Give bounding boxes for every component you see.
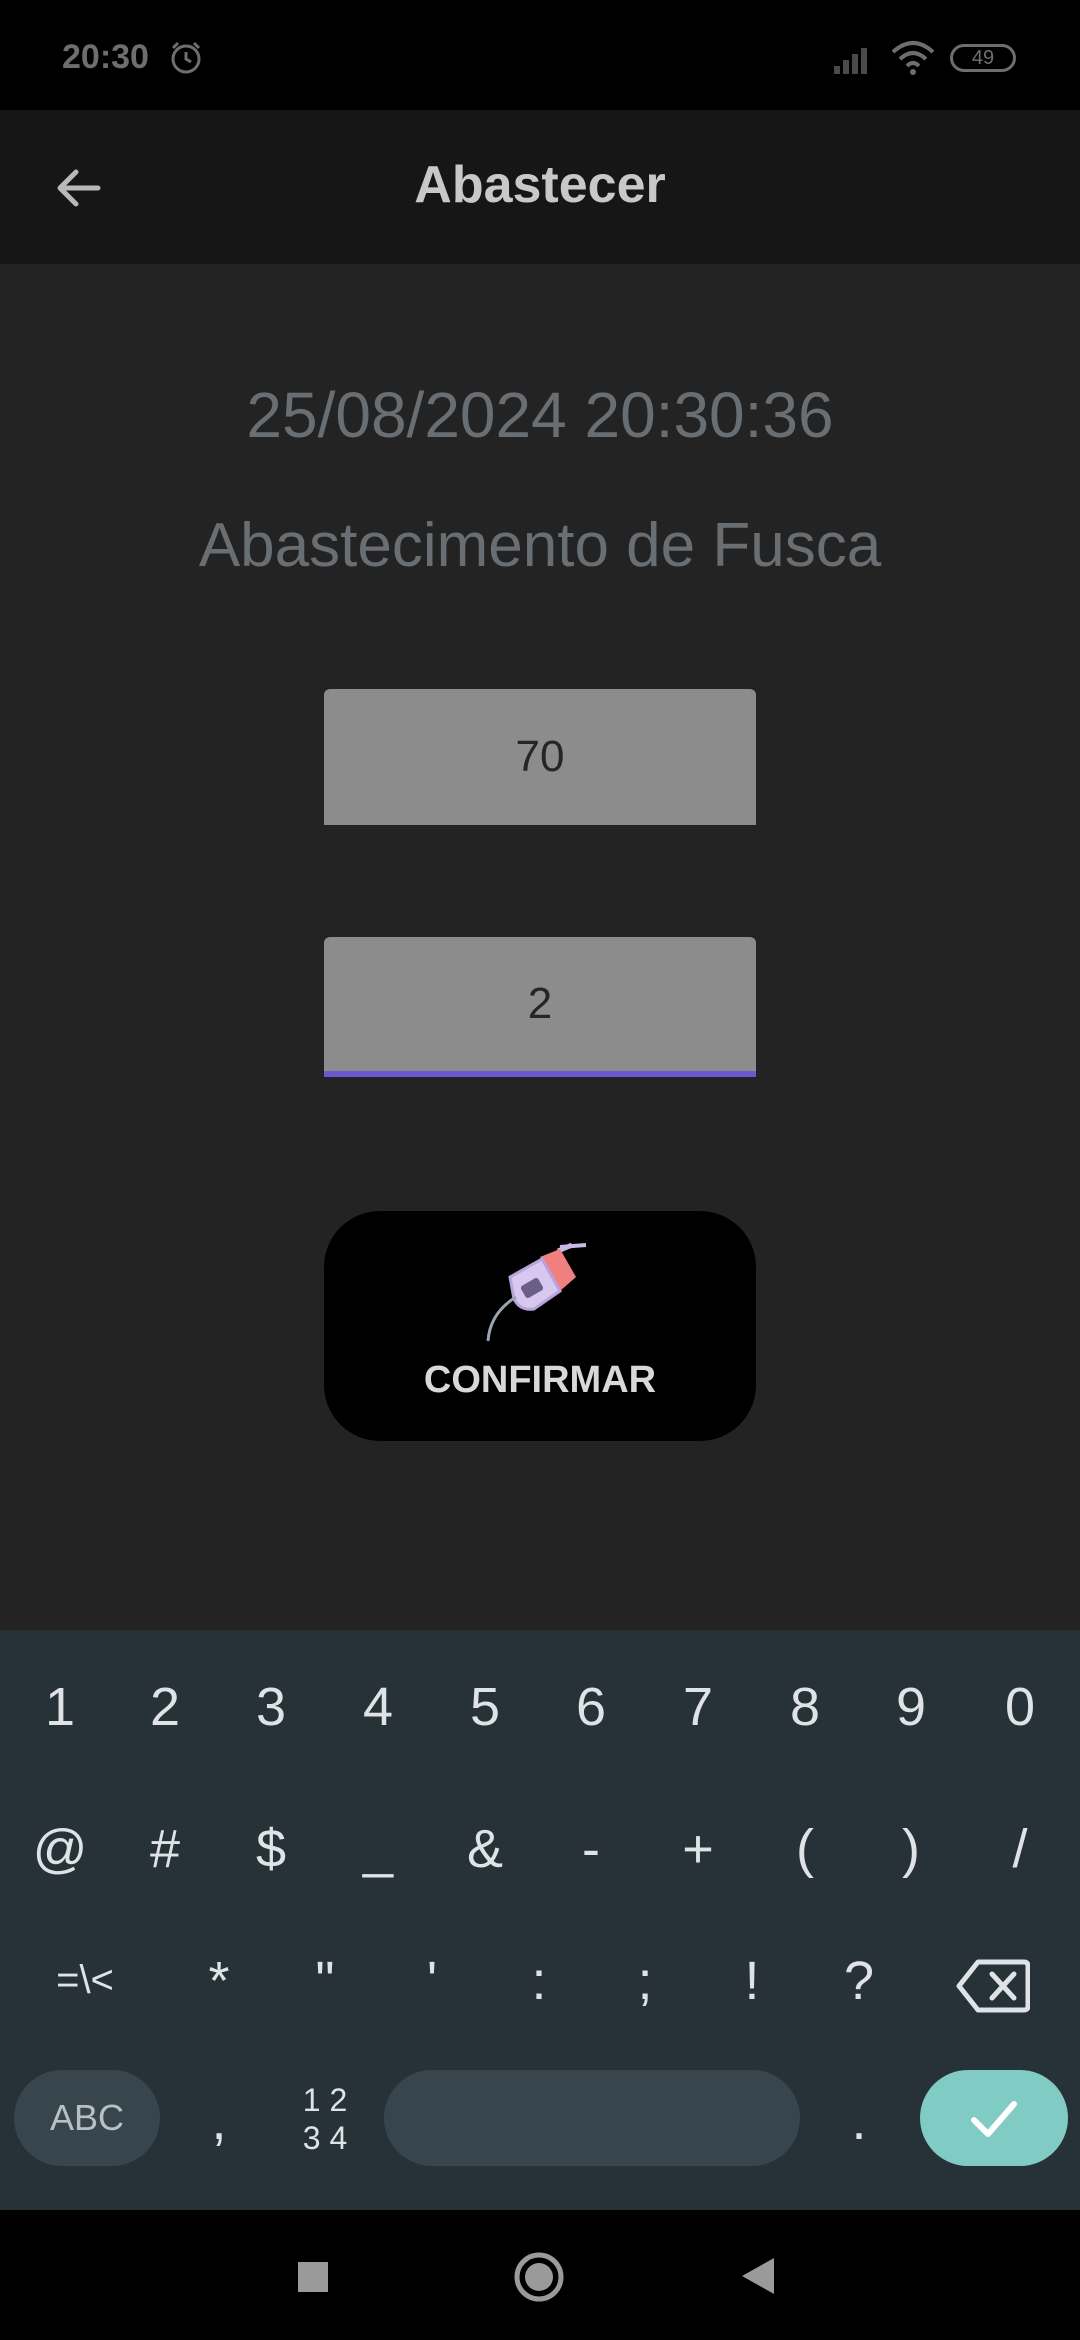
status-time: 20:30 [62, 38, 149, 76]
abc-key[interactable]: ABC [14, 2070, 160, 2166]
wifi-icon [891, 41, 935, 75]
key-6[interactable]: 6 [546, 1676, 636, 1738]
battery-icon: 49 [950, 44, 1016, 72]
key-single-quote[interactable]: ' [387, 1950, 477, 2012]
status-bar: 20:30 49 [0, 0, 1080, 110]
back-nav-icon[interactable] [740, 2256, 776, 2296]
key-0[interactable]: 0 [975, 1676, 1065, 1738]
key-exclamation[interactable]: ! [707, 1950, 797, 2012]
space-key[interactable] [384, 2070, 800, 2166]
key-at[interactable]: @ [15, 1818, 105, 1880]
key-1[interactable]: 1 [15, 1676, 105, 1738]
key-ampersand[interactable]: & [440, 1818, 530, 1880]
key-slash[interactable]: / [975, 1818, 1065, 1880]
key-4[interactable]: 4 [333, 1676, 423, 1738]
key-double-quote[interactable]: " [280, 1950, 370, 2012]
fuel-nozzle-icon [486, 1242, 587, 1342]
confirm-button[interactable]: CONFIRMAR [324, 1211, 756, 1441]
home-icon[interactable] [512, 2250, 566, 2304]
numpad-key-top[interactable]: 1 2 [280, 2082, 370, 2119]
key-colon[interactable]: : [494, 1950, 584, 2012]
key-8[interactable]: 8 [760, 1676, 850, 1738]
enter-key[interactable] [920, 2070, 1068, 2166]
key-period[interactable]: . [814, 2090, 904, 2152]
signal-icon [834, 48, 867, 74]
key-minus[interactable]: - [546, 1818, 636, 1880]
key-7[interactable]: 7 [653, 1676, 743, 1738]
amount-field[interactable]: 70 [324, 689, 756, 825]
key-dollar[interactable]: $ [226, 1818, 316, 1880]
key-3[interactable]: 3 [226, 1676, 316, 1738]
backspace-icon[interactable] [956, 1958, 1030, 2014]
numpad-key-bottom: 3 4 [302, 2120, 348, 2156]
recents-icon[interactable] [296, 2260, 330, 2294]
navigation-bar [0, 2210, 1080, 2340]
page-title: Abastecer [414, 156, 666, 214]
confirm-button-label: CONFIRMAR [423, 1359, 657, 1401]
datetime-label: 25/08/2024 20:30:36 [246, 379, 834, 451]
subtitle-label: Abastecimento de Fusca [198, 511, 882, 580]
key-9[interactable]: 9 [866, 1676, 956, 1738]
key-underscore[interactable]: _ [333, 1818, 423, 1880]
alarm-icon [171, 41, 201, 74]
quantity-field[interactable]: 2 [324, 937, 756, 1077]
key-comma[interactable]: , [174, 2090, 264, 2152]
key-semicolon[interactable]: ; [600, 1950, 690, 2012]
key-2[interactable]: 2 [120, 1676, 210, 1738]
key-hash[interactable]: # [120, 1818, 210, 1880]
key-open-paren[interactable]: ( [760, 1818, 850, 1880]
key-5[interactable]: 5 [440, 1676, 530, 1738]
key-close-paren[interactable]: ) [866, 1818, 956, 1880]
key-symbols-more[interactable]: =\< [40, 1958, 130, 2003]
key-plus[interactable]: + [653, 1818, 743, 1880]
check-icon [971, 2101, 1017, 2137]
key-question[interactable]: ? [814, 1950, 904, 2012]
key-asterisk[interactable]: * [174, 1950, 264, 2012]
